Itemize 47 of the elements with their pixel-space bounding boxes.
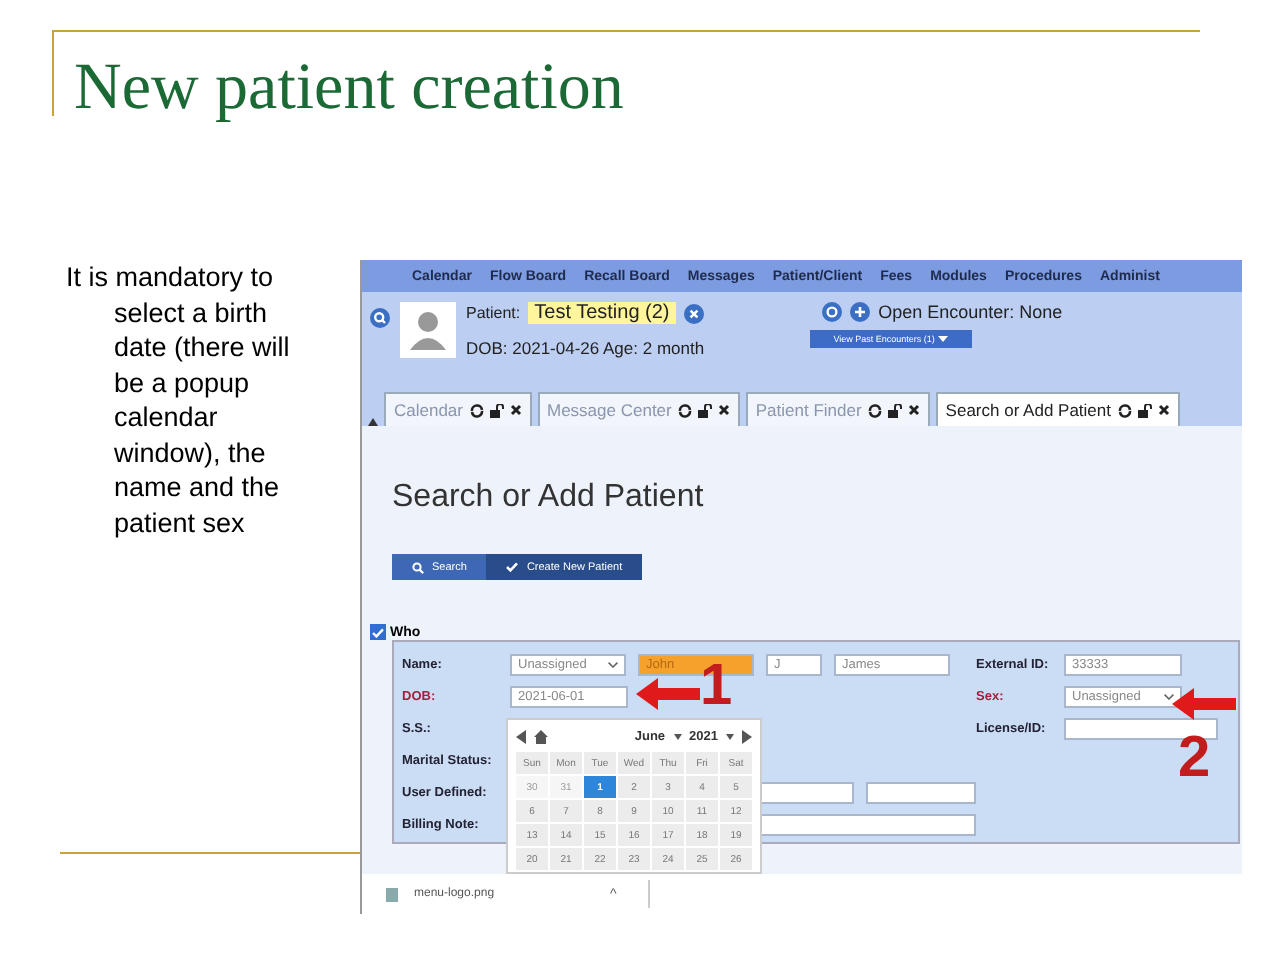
tab-label[interactable]: Message Center bbox=[547, 400, 672, 420]
close-icon[interactable] bbox=[717, 404, 730, 416]
patient-name[interactable]: Test Testing (2) bbox=[528, 302, 676, 324]
open-encounter-text: Open Encounter: None bbox=[878, 302, 1063, 322]
slide-title: New patient creation bbox=[74, 50, 626, 122]
refresh-icon[interactable] bbox=[1117, 403, 1131, 417]
tab-label[interactable]: Calendar bbox=[394, 400, 463, 420]
slide-body-text: It is mandatory to select a birth date (there will be a popup calendar window), the name and the patient sex bbox=[66, 260, 292, 540]
caret-icon bbox=[726, 733, 734, 739]
lock-open-icon[interactable] bbox=[1137, 403, 1151, 417]
plus-icon[interactable] bbox=[850, 302, 871, 322]
chevron-icon bbox=[1164, 694, 1174, 700]
tab-label[interactable]: Search or Add Patient bbox=[945, 400, 1111, 420]
tab-label[interactable]: Patient Finder bbox=[755, 400, 862, 420]
patient-label: Patient: bbox=[466, 304, 521, 322]
file-icon bbox=[386, 887, 398, 901]
avatar-silhouette-icon bbox=[400, 302, 456, 358]
next-arrow-icon[interactable] bbox=[742, 729, 752, 743]
tab[interactable]: Patient Finder bbox=[745, 392, 930, 426]
collapse-arrow-icon[interactable] bbox=[368, 418, 378, 426]
patient-dob-age: DOB: 2021-04-26 Age: 2 month bbox=[466, 338, 705, 358]
home-icon[interactable] bbox=[534, 729, 548, 743]
lock-open-icon[interactable] bbox=[697, 403, 712, 417]
caret-icon bbox=[938, 336, 949, 342]
input-field[interactable] bbox=[866, 782, 977, 804]
lock-open-icon[interactable] bbox=[489, 403, 503, 417]
search-icon bbox=[412, 561, 424, 573]
chevron-icon bbox=[608, 662, 618, 668]
previous-arrow-icon[interactable] bbox=[516, 729, 526, 743]
checkmark-icon bbox=[506, 562, 519, 572]
tab[interactable]: Calendar bbox=[384, 392, 531, 426]
checkbox[interactable] bbox=[370, 624, 386, 640]
close-icon[interactable] bbox=[509, 404, 521, 416]
lock-open-icon[interactable] bbox=[887, 403, 902, 417]
arrow-icon bbox=[1172, 688, 1236, 720]
tab[interactable]: Message Center bbox=[537, 392, 740, 426]
refresh-icon[interactable] bbox=[677, 403, 692, 417]
refresh-icon[interactable] bbox=[469, 403, 483, 417]
annotation-number: 2 bbox=[1178, 730, 1211, 788]
refresh-icon[interactable] bbox=[867, 403, 882, 417]
arrow-icon bbox=[636, 678, 700, 710]
search-icon[interactable] bbox=[370, 308, 390, 328]
tab[interactable]: Search or Add Patient bbox=[935, 392, 1179, 426]
close-icon[interactable] bbox=[907, 404, 920, 416]
caret-icon bbox=[673, 733, 682, 739]
page-heading: Search or Add Patient bbox=[392, 480, 706, 516]
close-icon[interactable] bbox=[1157, 404, 1169, 416]
